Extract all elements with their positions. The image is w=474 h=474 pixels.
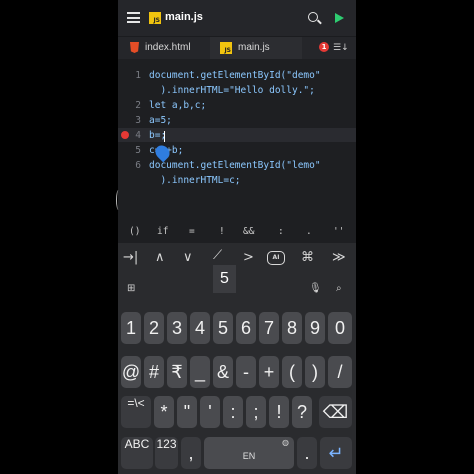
symbols-page-icon[interactable]: =\< (121, 396, 151, 428)
keyboard-search-icon[interactable]: ⌕ (336, 283, 342, 294)
snippet-key[interactable]: && (243, 226, 254, 237)
tab-index-html[interactable]: index.html (118, 37, 208, 59)
key-3[interactable]: 3 (167, 312, 187, 344)
search-icon[interactable] (308, 12, 318, 22)
key-hash[interactable]: # (144, 356, 164, 388)
tab-main-js[interactable]: JS main.js (210, 37, 302, 59)
arrow-down-icon[interactable]: ∨ (183, 250, 193, 265)
arrow-left-icon[interactable]: ⟋ (213, 248, 222, 263)
key-plus[interactable]: + (259, 356, 279, 388)
tab-key-icon[interactable]: →| (123, 250, 138, 265)
error-marker-icon[interactable] (121, 131, 129, 139)
key-5[interactable]: 5 (213, 312, 233, 344)
key-rupee[interactable]: ₹ (167, 356, 187, 388)
key-1[interactable]: 1 (121, 312, 141, 344)
error-count-badge[interactable]: 1 (319, 42, 329, 52)
code-line: document.getElementById("lemo" (149, 160, 321, 171)
key-ampersand[interactable]: & (213, 356, 233, 388)
snippet-key[interactable]: () (129, 226, 140, 237)
key-8[interactable]: 8 (282, 312, 302, 344)
menu-icon[interactable] (127, 12, 140, 23)
key-close-paren[interactable]: ) (305, 356, 325, 388)
command-icon[interactable]: ⌘ (301, 250, 314, 265)
sort-icon[interactable]: ☰↓ (333, 43, 349, 53)
arrow-right-icon[interactable]: > (243, 250, 254, 265)
key-double-quote[interactable]: " (177, 396, 197, 428)
js-file-icon: JS (149, 12, 161, 24)
file-title: main.js (165, 11, 203, 23)
snippet-key[interactable]: = (189, 226, 195, 237)
text-cursor (164, 131, 165, 142)
snippet-key[interactable]: '' (333, 226, 344, 237)
html5-icon (130, 42, 139, 53)
backspace-icon[interactable]: ⌫ (319, 396, 352, 428)
key-question[interactable]: ? (292, 396, 312, 428)
code-line: document.getElementById("demo" (149, 70, 321, 81)
tab-label: index.html (145, 42, 191, 53)
code-line: ).innerHTML=c; (149, 175, 241, 186)
key-4[interactable]: 4 (190, 312, 210, 344)
key-2[interactable]: 2 (144, 312, 164, 344)
key-slash[interactable]: / (328, 356, 352, 388)
code-line: let a,b,c; (149, 100, 207, 111)
key-0[interactable]: 0 (328, 312, 352, 344)
snippet-key[interactable]: : (278, 226, 284, 237)
arrow-up-icon[interactable]: ∧ (155, 250, 165, 265)
key-comma[interactable]: , (181, 437, 201, 469)
key-6[interactable]: 6 (236, 312, 256, 344)
ai-icon[interactable]: AI (267, 251, 285, 265)
tab-label: main.js (238, 42, 270, 53)
language-label: EN (242, 451, 256, 461)
snippet-key[interactable]: . (306, 226, 312, 237)
snippet-key[interactable]: if (157, 226, 168, 237)
scroll-edge-indicator (116, 190, 121, 210)
key-underscore[interactable]: _ (190, 356, 210, 388)
code-area[interactable]: 1 document.getElementById("demo" ).inner… (118, 59, 356, 215)
line-number: 2 (135, 100, 141, 111)
key-7[interactable]: 7 (259, 312, 279, 344)
abc-key[interactable]: ABC (121, 437, 153, 469)
enter-icon[interactable]: ↵ (320, 437, 352, 469)
key-colon[interactable]: : (223, 396, 243, 428)
key-period[interactable]: . (297, 437, 317, 469)
key-semicolon[interactable]: ; (246, 396, 266, 428)
line-number: 4 (135, 130, 141, 141)
key-minus[interactable]: - (236, 356, 256, 388)
top-app-bar: JS main.js (118, 0, 356, 36)
key-at[interactable]: @ (121, 356, 141, 388)
snippet-bar: () if = ! && : . '' (118, 222, 356, 242)
run-icon[interactable] (335, 13, 344, 23)
key-single-quote[interactable]: ' (200, 396, 220, 428)
globe-icon: ◍ (282, 438, 289, 447)
code-editor-app: JS main.js index.html JS main.js 1 ☰↓ 1 … (118, 0, 356, 474)
jump-end-icon[interactable]: ≫ (332, 250, 346, 265)
key-exclamation[interactable]: ! (269, 396, 289, 428)
space-bar[interactable]: EN ◍ (204, 437, 294, 469)
line-number: 3 (135, 115, 141, 126)
snippet-key[interactable]: ! (219, 226, 225, 237)
grid-apps-icon[interactable]: ⊞ (127, 283, 135, 294)
line-number: 6 (135, 160, 141, 171)
js-file-icon: JS (220, 42, 232, 54)
key-open-paren[interactable]: ( (282, 356, 302, 388)
line-number: 5 (135, 145, 141, 156)
code-line: ).innerHTML="Hello dolly."; (149, 85, 315, 96)
key-asterisk[interactable]: * (154, 396, 174, 428)
microphone-icon[interactable]: 🎙 (309, 283, 322, 294)
code-line: a=5; (149, 115, 172, 126)
key-9[interactable]: 9 (305, 312, 325, 344)
key-preview-popup: 5 (213, 265, 236, 293)
line-number: 1 (135, 70, 141, 81)
numeric-key[interactable]: 123 (155, 437, 178, 469)
